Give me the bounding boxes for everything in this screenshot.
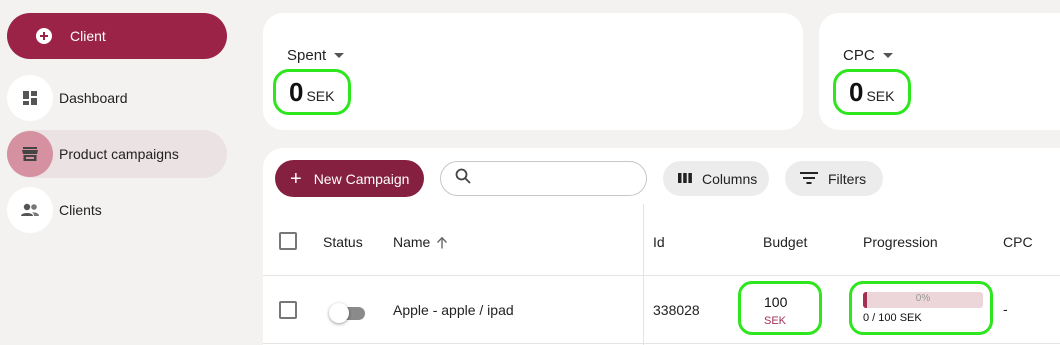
spent-card: Spent 0 SEK bbox=[263, 13, 803, 130]
campaign-table-panel: + New Campaign Columns Filters Status Na… bbox=[263, 148, 1060, 345]
cpc-metric-selector[interactable]: CPC bbox=[843, 47, 893, 64]
progression-cell: 0% 0 / 100 SEK bbox=[849, 281, 993, 335]
client-button[interactable]: Client bbox=[7, 13, 227, 59]
caret-down-icon bbox=[334, 53, 345, 58]
columns-label: Columns bbox=[702, 170, 758, 187]
columns-button[interactable]: Columns bbox=[663, 161, 769, 196]
budget-currency: SEK bbox=[764, 315, 787, 327]
header-status[interactable]: Status bbox=[323, 234, 363, 250]
spent-unit: SEK bbox=[306, 88, 335, 104]
table-header-row: Status Name Id Budget Progression CPC bbox=[263, 218, 1060, 276]
sidebar-item-label: Clients bbox=[59, 202, 102, 218]
spent-metric-selector[interactable]: Spent bbox=[287, 47, 345, 64]
cpc-value: 0 bbox=[849, 76, 864, 107]
cpc-title: CPC bbox=[843, 47, 875, 64]
add-circle-icon bbox=[36, 28, 52, 44]
progress-percent: 0% bbox=[915, 293, 931, 304]
header-cpc[interactable]: CPC bbox=[1003, 234, 1033, 250]
header-progression[interactable]: Progression bbox=[863, 234, 938, 250]
search-input[interactable] bbox=[477, 170, 637, 187]
caret-down-icon bbox=[882, 53, 893, 58]
header-name: Name bbox=[393, 234, 431, 250]
status-toggle[interactable] bbox=[329, 303, 365, 323]
sort-ascending-icon bbox=[437, 236, 448, 248]
budget-amount: 100 bbox=[764, 294, 788, 310]
client-button-label: Client bbox=[70, 28, 106, 44]
cpc-unit: SEK bbox=[866, 88, 895, 104]
header-budget[interactable]: Budget bbox=[763, 234, 807, 250]
new-campaign-button[interactable]: + New Campaign bbox=[275, 160, 424, 197]
spent-title: Spent bbox=[287, 47, 327, 64]
search-box[interactable] bbox=[440, 161, 647, 196]
sidebar-item-product-campaigns[interactable]: Product campaigns bbox=[7, 130, 227, 178]
spent-value: 0 bbox=[289, 76, 304, 107]
spent-value-box: 0 SEK bbox=[273, 69, 352, 115]
filters-button[interactable]: Filters bbox=[785, 161, 883, 196]
progress-text: 0 / 100 SEK bbox=[863, 312, 922, 324]
budget-cell: 100 SEK bbox=[738, 281, 822, 335]
cpc-value-box: 0 SEK bbox=[833, 69, 912, 115]
new-campaign-label: New Campaign bbox=[313, 170, 410, 187]
sidebar-item-clients[interactable]: Clients bbox=[7, 186, 227, 234]
select-all-checkbox[interactable] bbox=[279, 232, 297, 250]
filter-icon bbox=[800, 171, 818, 187]
row-checkbox[interactable] bbox=[279, 301, 297, 319]
header-name-sortable[interactable]: Name bbox=[393, 234, 448, 250]
store-icon bbox=[7, 131, 53, 177]
campaign-name[interactable]: Apple - apple / ipad bbox=[393, 302, 514, 318]
toggle-thumb bbox=[329, 303, 349, 323]
sidebar-item-label: Product campaigns bbox=[59, 146, 179, 162]
sidebar-item-label: Dashboard bbox=[59, 90, 128, 106]
sidebar: Client Dashboard Product campaigns Clien… bbox=[0, 0, 240, 345]
dashboard-icon bbox=[7, 75, 53, 121]
sidebar-item-dashboard[interactable]: Dashboard bbox=[7, 74, 227, 122]
cpc-card: CPC 0 SEK bbox=[819, 13, 1060, 130]
columns-icon bbox=[678, 171, 692, 187]
plus-icon: + bbox=[290, 167, 302, 190]
campaign-id: 338028 bbox=[653, 302, 700, 318]
filters-label: Filters bbox=[828, 170, 867, 187]
table-row[interactable]: Apple - apple / ipad 338028 100 SEK 0% 0… bbox=[263, 276, 1060, 344]
campaign-cpc: - bbox=[1003, 301, 1008, 317]
search-icon bbox=[455, 168, 471, 189]
progress-bar: 0% bbox=[863, 292, 983, 308]
people-icon bbox=[7, 187, 53, 233]
header-id[interactable]: Id bbox=[653, 234, 665, 250]
